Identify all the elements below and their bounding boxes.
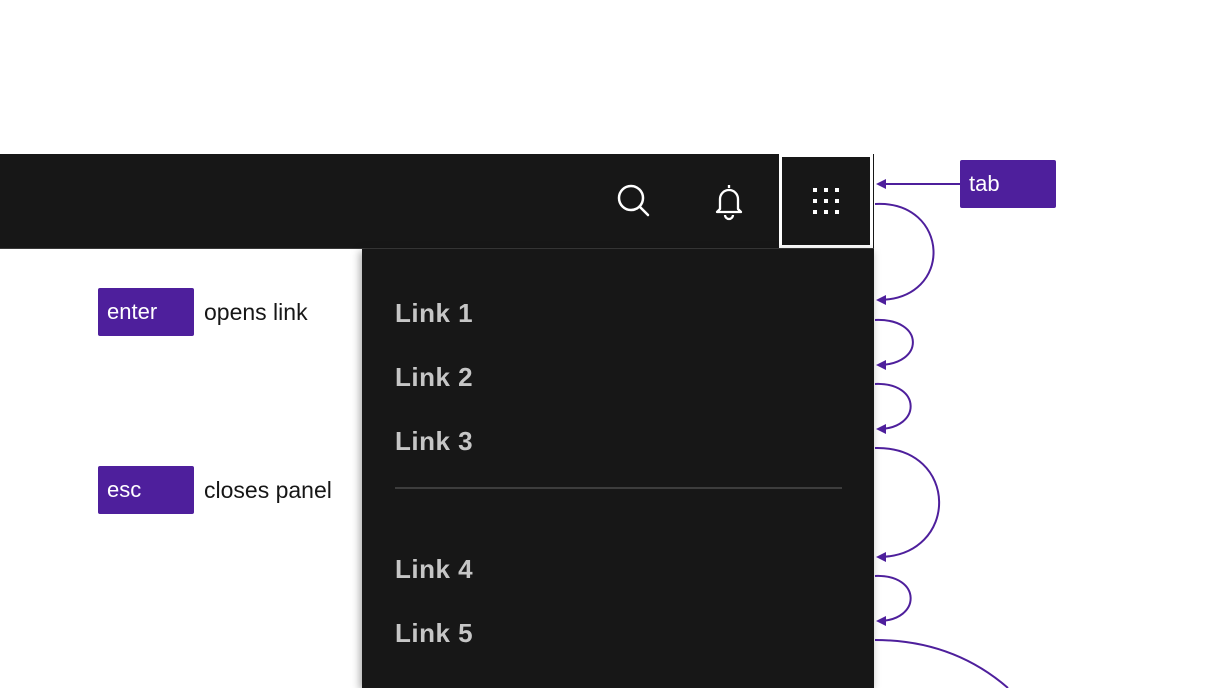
arrow-exit	[874, 639, 1009, 688]
arrow-to-link-4	[874, 446, 940, 562]
global-header	[0, 154, 874, 249]
enter-key-badge: enter	[98, 288, 194, 336]
app-switcher-button[interactable]	[779, 154, 873, 248]
enter-key-description: opens link	[204, 299, 308, 325]
panel-link-2[interactable]: Link 2	[395, 357, 473, 397]
panel-divider	[395, 487, 842, 489]
arrow-to-link-1	[874, 202, 935, 305]
search-icon	[617, 184, 650, 217]
search-button[interactable]	[587, 154, 681, 248]
notifications-button[interactable]	[682, 154, 776, 248]
switcher-panel: Link 1 Link 2 Link 3 Link 4 Link 5	[362, 249, 874, 688]
esc-key-badge: esc	[98, 466, 194, 514]
panel-link-1[interactable]: Link 1	[395, 293, 473, 333]
tab-key-badge: tab	[960, 160, 1056, 208]
arrow-to-link-2	[874, 318, 914, 370]
arrow-to-link-3	[874, 382, 912, 434]
bell-icon	[715, 185, 743, 221]
arrow-to-link-5	[874, 574, 912, 626]
grid-icon	[813, 188, 839, 214]
panel-link-3[interactable]: Link 3	[395, 421, 473, 461]
esc-key-description: closes panel	[204, 477, 332, 503]
panel-link-5[interactable]: Link 5	[395, 613, 473, 653]
panel-link-4[interactable]: Link 4	[395, 549, 473, 589]
